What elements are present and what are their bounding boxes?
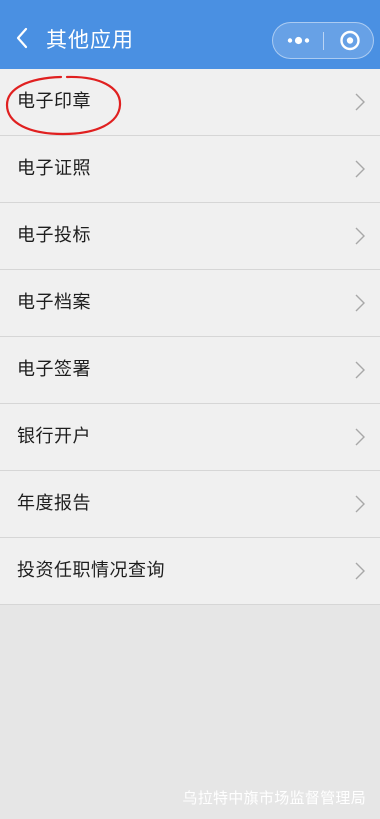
chevron-right-icon — [355, 361, 365, 379]
app-page: 齵 其他应用 — [0, 0, 380, 819]
close-mini-program-button[interactable] — [324, 23, 374, 58]
menu-item-label: 电子投标 — [17, 225, 91, 246]
more-button[interactable] — [273, 23, 324, 58]
chevron-right-icon — [355, 294, 365, 312]
menu-item-electronic-bidding[interactable]: 电子投标 — [0, 203, 380, 270]
chevron-left-icon — [16, 27, 28, 49]
navigation-bar: 齵 其他应用 — [0, 0, 380, 69]
menu-item-electronic-signing[interactable]: 电子签署 — [0, 337, 380, 404]
back-button[interactable] — [12, 24, 34, 52]
menu-item-electronic-archive[interactable]: 电子档案 — [0, 270, 380, 337]
menu-item-label: 投资任职情况查询 — [17, 560, 165, 581]
target-circle-icon — [340, 30, 360, 51]
footer-organization-label: 乌拉特中旗市场监督管理局 — [182, 789, 366, 807]
menu-item-investment-position-query[interactable]: 投资任职情况查询 — [0, 538, 380, 605]
chevron-right-icon — [355, 428, 365, 446]
menu-item-label: 电子签署 — [17, 359, 91, 380]
menu-item-label: 电子档案 — [17, 292, 91, 313]
status-bar-glyph: 齵 — [42, 0, 52, 2]
more-dots-icon — [287, 36, 310, 45]
menu-item-label: 年度报告 — [17, 493, 91, 514]
chevron-right-icon — [355, 562, 365, 580]
chevron-right-icon — [355, 93, 365, 111]
menu-item-label: 电子印章 — [17, 91, 91, 112]
menu-item-electronic-seal[interactable]: 电子印章 — [0, 69, 380, 136]
chevron-right-icon — [355, 160, 365, 178]
menu-item-bank-account-opening[interactable]: 银行开户 — [0, 404, 380, 471]
menu-item-label: 银行开户 — [17, 426, 91, 447]
menu-list: 电子印章 电子证照 电子投标 电子档案 电子签署 银行开户 年度报告 投资任职情… — [0, 69, 380, 605]
page-title: 其他应用 — [46, 28, 134, 52]
menu-item-annual-report[interactable]: 年度报告 — [0, 471, 380, 538]
chevron-right-icon — [355, 495, 365, 513]
menu-item-electronic-license[interactable]: 电子证照 — [0, 136, 380, 203]
chevron-right-icon — [355, 227, 365, 245]
mini-program-capsule — [272, 22, 374, 59]
menu-item-label: 电子证照 — [17, 158, 91, 179]
